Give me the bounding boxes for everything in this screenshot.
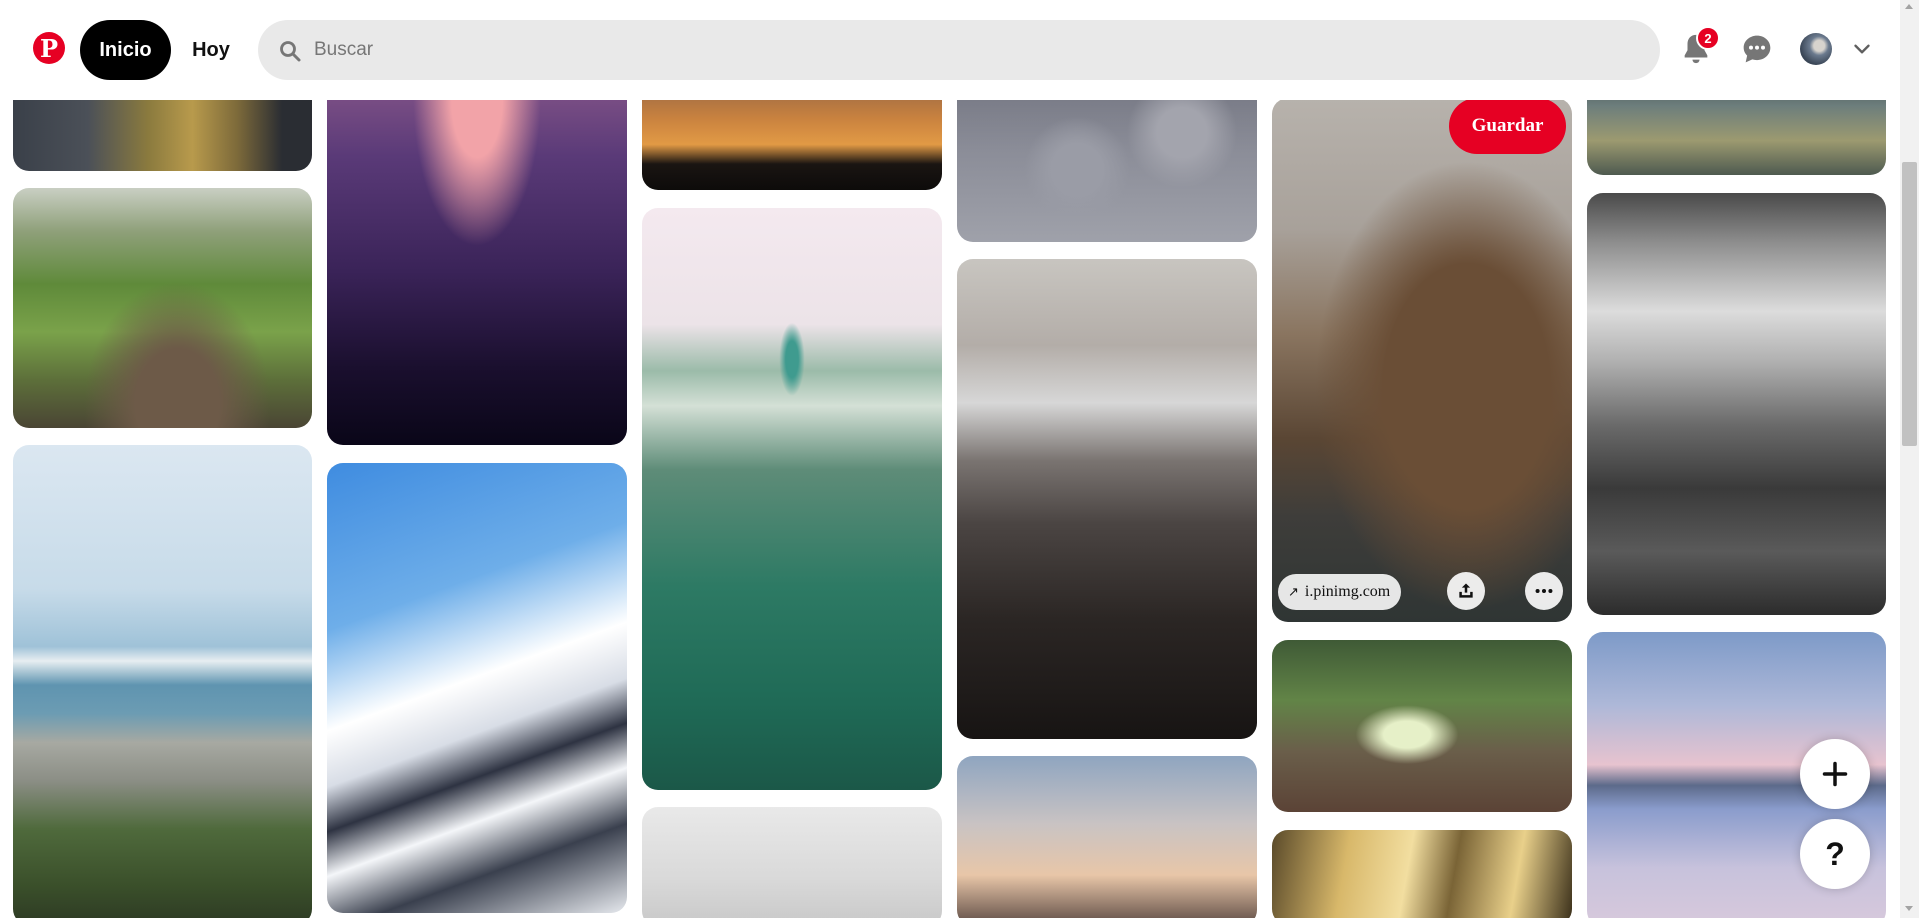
pin-image-purple-sky-plane[interactable] — [327, 60, 627, 445]
more-options-button[interactable] — [1525, 572, 1563, 610]
scroll-down-arrow-icon[interactable] — [1905, 906, 1913, 911]
search-bar[interactable] — [258, 20, 1660, 80]
scroll-up-arrow-icon[interactable] — [1905, 4, 1913, 9]
messages-button[interactable] — [1737, 29, 1777, 69]
search-icon — [280, 41, 301, 62]
pinterest-logo[interactable]: P — [33, 32, 65, 64]
chevron-down-icon[interactable] — [1849, 36, 1875, 62]
nav-today-button[interactable]: Hoy — [178, 20, 244, 80]
page-scrollbar-thumb[interactable] — [1902, 162, 1917, 446]
pin-image-sea-rock[interactable] — [1272, 98, 1572, 622]
more-icon — [1535, 588, 1553, 594]
create-button[interactable] — [1800, 739, 1870, 809]
pinterest-logo-glyph: P — [39, 34, 59, 63]
pin-image-coastal-town[interactable] — [13, 445, 312, 918]
pin-image-vintage-car-dashboard[interactable] — [957, 259, 1257, 739]
search-input[interactable] — [314, 32, 1614, 68]
help-button[interactable]: ? — [1800, 819, 1870, 889]
notifications-badge: 2 — [1696, 26, 1720, 50]
top-nav-bar: P Inicio Hoy 2 — [0, 0, 1900, 100]
help-label: ? — [1825, 835, 1845, 872]
pin-image-canoe-lake[interactable] — [642, 208, 942, 790]
pin-source-link-text: i.pinimg.com — [1304, 583, 1391, 600]
nav-home-button[interactable]: Inicio — [80, 20, 171, 80]
plus-icon — [1822, 761, 1848, 787]
avatar[interactable] — [1800, 33, 1832, 65]
pin-image-dusk-hill[interactable] — [957, 756, 1257, 918]
chat-bubble-icon — [1743, 35, 1771, 63]
share-icon — [1459, 583, 1473, 598]
pin-image-golden-abstract[interactable] — [1272, 830, 1572, 918]
pin-image-fog[interactable] — [642, 807, 942, 918]
share-button[interactable] — [1447, 572, 1485, 610]
external-link-arrow-icon: ↗ — [1288, 584, 1299, 600]
page-scrollbar-track[interactable] — [1900, 0, 1919, 918]
pin-source-link[interactable]: ↗ i.pinimg.com — [1278, 574, 1402, 610]
pin-image-snow-mountain[interactable] — [327, 463, 627, 913]
pin-image-forest-path[interactable] — [13, 188, 312, 428]
pin-image-bw-valley[interactable] — [1587, 193, 1886, 615]
save-button[interactable]: Guardar — [1449, 98, 1566, 154]
pin-image-tree-tunnel[interactable] — [1272, 640, 1572, 812]
